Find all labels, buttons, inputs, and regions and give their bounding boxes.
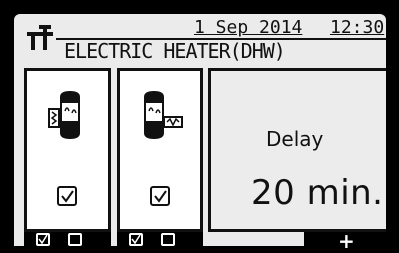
- delay-value: 20 min.: [251, 173, 384, 213]
- checkbox-checked-icon: [36, 233, 50, 246]
- page-title: ELECTRIC HEATER(DHW): [64, 39, 286, 63]
- date-display: 1 Sep 2014: [194, 17, 303, 38]
- checkbox-checked-icon: [129, 233, 143, 246]
- checkmark-icon: [61, 190, 74, 203]
- delay-label: Delay: [266, 127, 324, 151]
- heater-tank-icon: [48, 91, 80, 139]
- heater-1-checkbox[interactable]: [57, 186, 77, 206]
- controller-screen: 1 Sep 2014 12:30 ELECTRIC HEATER(DHW) De…: [0, 0, 399, 253]
- checkmark-icon: [154, 190, 167, 203]
- function-button-4[interactable]: +: [304, 229, 386, 253]
- delay-panel[interactable]: Delay 20 min.: [208, 68, 386, 232]
- checkbox-empty-icon: [161, 233, 175, 246]
- heater-tank-booster-icon: [144, 91, 183, 139]
- heater-1-panel[interactable]: [24, 68, 111, 232]
- function-button-1[interactable]: [24, 232, 111, 248]
- settings-icon: [27, 25, 53, 50]
- checkbox-empty-icon: [68, 233, 82, 246]
- function-button-2[interactable]: [117, 232, 203, 248]
- heater-2-panel[interactable]: [117, 68, 203, 232]
- heater-2-checkbox[interactable]: [150, 186, 170, 206]
- plus-label: +: [338, 229, 355, 253]
- time-display: 12:30: [330, 17, 385, 38]
